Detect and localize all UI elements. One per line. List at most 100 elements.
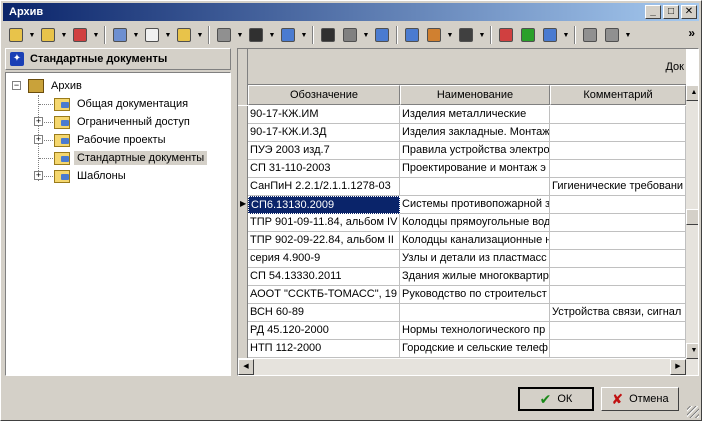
- go-button[interactable]: [517, 25, 539, 45]
- structure-button[interactable]: [401, 25, 423, 45]
- table-cell[interactable]: [550, 250, 686, 268]
- table-row[interactable]: АООТ "ССКТБ-ТОМАСС", 19 Руководство по ст…: [248, 286, 686, 304]
- table-cell[interactable]: Колодцы прямоугольные вод: [400, 214, 550, 232]
- table-cell[interactable]: Устройства связи, сигнал: [550, 304, 686, 322]
- calendar-button[interactable]: [495, 25, 517, 45]
- table-cell[interactable]: Системы противопожарной з: [400, 196, 550, 214]
- properties-button[interactable]: [109, 25, 131, 45]
- table-cell[interactable]: 90-17-КЖ.ИМ: [248, 106, 400, 124]
- table-cell[interactable]: СП6.13130.2009: [248, 196, 400, 214]
- folder-tree[interactable]: − Архив Общая документация + Ограниченный до…: [5, 72, 231, 376]
- document-button[interactable]: [141, 25, 163, 45]
- table-cell[interactable]: Проектирование и монтаж э: [400, 160, 550, 178]
- column-header[interactable]: Комментарий: [550, 85, 686, 105]
- vertical-scrollbar[interactable]: ▲ ▼: [686, 85, 698, 375]
- print-button[interactable]: [213, 25, 235, 45]
- table-cell[interactable]: Изделия закладные. Монтаж: [400, 124, 550, 142]
- table-cell[interactable]: Правила устройства электро: [400, 142, 550, 160]
- table-cell[interactable]: Изделия металлические: [400, 106, 550, 124]
- toolbar-overflow-button[interactable]: »: [688, 26, 695, 40]
- table-cell[interactable]: [550, 340, 686, 358]
- table-cell[interactable]: [550, 268, 686, 286]
- table-cell[interactable]: ТПР 902-09-22.84, альбом II: [248, 232, 400, 250]
- dropdown-arrow-icon[interactable]: ▼: [163, 25, 173, 45]
- dropdown-arrow-icon[interactable]: ▼: [235, 25, 245, 45]
- dropdown-arrow-icon[interactable]: ▼: [91, 25, 101, 45]
- dropdown-arrow-icon[interactable]: ▼: [299, 25, 309, 45]
- tools-button[interactable]: [339, 25, 361, 45]
- expand-icon[interactable]: +: [34, 171, 43, 180]
- pane-splitter[interactable]: [232, 48, 236, 376]
- table-cell[interactable]: СП 31-110-2003: [248, 160, 400, 178]
- delete-folder-button[interactable]: [69, 25, 91, 45]
- table-cell[interactable]: Узлы и детали из пластмасс: [400, 250, 550, 268]
- table-cell[interactable]: [550, 106, 686, 124]
- dropdown-arrow-icon[interactable]: ▼: [445, 25, 455, 45]
- dropdown-arrow-icon[interactable]: ▼: [59, 25, 69, 45]
- filter-button[interactable]: [277, 25, 299, 45]
- table-cell[interactable]: Колодцы канализационные н: [400, 232, 550, 250]
- move-up-button[interactable]: [37, 25, 59, 45]
- table-cell[interactable]: [550, 214, 686, 232]
- table-cell[interactable]: СанПиН 2.2.1/2.1.1.1278-03: [248, 178, 400, 196]
- new-folder-button[interactable]: [5, 25, 27, 45]
- table-row[interactable]: СП 31-110-2003 Проектирование и монтаж э: [248, 160, 686, 178]
- table-cell[interactable]: Гигиенические требовани: [550, 178, 686, 196]
- table-cell[interactable]: [550, 232, 686, 250]
- settings-button[interactable]: [601, 25, 623, 45]
- table-cell[interactable]: [550, 124, 686, 142]
- table-row[interactable]: РД 45.120-2000 Нормы технологического пр: [248, 322, 686, 340]
- tree-node[interactable]: Рабочие проекты: [54, 131, 169, 149]
- table-row[interactable]: ВСН 60-89 Устройства связи, сигнал: [248, 304, 686, 322]
- cancel-button[interactable]: ✘ Отмена: [601, 387, 679, 411]
- resize-grip[interactable]: [687, 406, 699, 418]
- dropdown-arrow-icon[interactable]: ▼: [477, 25, 487, 45]
- scroll-down-button[interactable]: ▼: [686, 343, 698, 359]
- scroll-left-button[interactable]: ◀: [238, 359, 254, 375]
- tree-node[interactable]: Ограниченный доступ: [54, 113, 193, 131]
- table-row[interactable]: серия 4.900-9 Узлы и детали из пластмасс: [248, 250, 686, 268]
- table-cell[interactable]: серия 4.900-9: [248, 250, 400, 268]
- table-cell[interactable]: [550, 160, 686, 178]
- column-header[interactable]: Обозначение: [248, 85, 400, 105]
- table-cell[interactable]: НТП 112-2000: [248, 340, 400, 358]
- pin-icon[interactable]: ✦: [10, 52, 24, 66]
- table-cell[interactable]: [550, 196, 686, 214]
- table-row[interactable]: НТП 112-2000 Городские и сельские телеф: [248, 340, 686, 358]
- table-cell[interactable]: РД 45.120-2000: [248, 322, 400, 340]
- table-row[interactable]: ПУЭ 2003 изд.7 Правила устройства электро: [248, 142, 686, 160]
- expand-icon[interactable]: +: [34, 117, 43, 126]
- table-cell[interactable]: АООТ "ССКТБ-ТОМАСС", 19: [248, 286, 400, 304]
- table-cell[interactable]: Нормы технологического пр: [400, 322, 550, 340]
- copy-to-button[interactable]: [371, 25, 393, 45]
- expand-icon[interactable]: +: [34, 135, 43, 144]
- table-cell[interactable]: Руководство по строительст: [400, 286, 550, 304]
- close-button[interactable]: ✕: [681, 5, 697, 19]
- collapse-icon[interactable]: −: [12, 81, 21, 90]
- table-row[interactable]: 90-17-КЖ.ИМ Изделия металлические: [248, 106, 686, 124]
- tree-node[interactable]: Архив: [28, 77, 85, 95]
- tree-node[interactable]: Шаблоны: [54, 167, 129, 185]
- scroll-right-button[interactable]: ▶: [670, 359, 686, 375]
- dropdown-arrow-icon[interactable]: ▼: [131, 25, 141, 45]
- table-row[interactable]: СП 54.13330.2011 Здания жилые многокварти…: [248, 268, 686, 286]
- column-header[interactable]: Наименование: [400, 85, 550, 105]
- table-row[interactable]: СанПиН 2.2.1/2.1.1.1278-03 Гигиенические …: [248, 178, 686, 196]
- table-cell[interactable]: СП 54.13330.2011: [248, 268, 400, 286]
- ok-button[interactable]: ✔ ОК: [518, 387, 594, 411]
- user-button[interactable]: [455, 25, 477, 45]
- scroll-thumb[interactable]: [686, 209, 698, 225]
- dropdown-arrow-icon[interactable]: ▼: [361, 25, 371, 45]
- archive-folder-button[interactable]: [579, 25, 601, 45]
- table-row[interactable]: 90-17-КЖ.И.ЗД Изделия закладные. Монтаж: [248, 124, 686, 142]
- scroll-up-button[interactable]: ▲: [686, 85, 698, 101]
- table-cell[interactable]: [550, 286, 686, 304]
- table-cell[interactable]: ВСН 60-89: [248, 304, 400, 322]
- tree-node[interactable]: Общая документация: [54, 95, 191, 113]
- dropdown-arrow-icon[interactable]: ▼: [195, 25, 205, 45]
- table-row[interactable]: ТПР 902-09-22.84, альбом II Колодцы канал…: [248, 232, 686, 250]
- table-cell[interactable]: Городские и сельские телеф: [400, 340, 550, 358]
- table-cell[interactable]: ПУЭ 2003 изд.7: [248, 142, 400, 160]
- table-cell[interactable]: ТПР 901-09-11.84, альбом IV: [248, 214, 400, 232]
- table-cell[interactable]: Здания жилые многоквартир: [400, 268, 550, 286]
